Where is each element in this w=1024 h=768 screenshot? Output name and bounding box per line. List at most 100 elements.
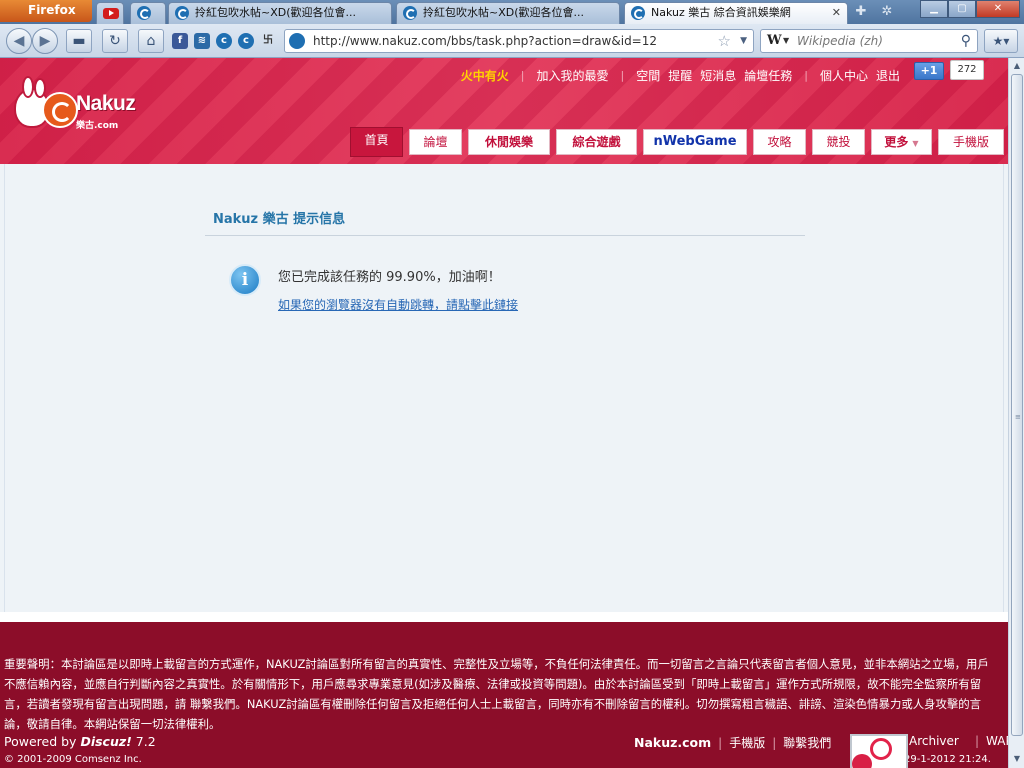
site-identity-icon[interactable] bbox=[289, 33, 305, 49]
logo-text: Nakuz bbox=[76, 92, 136, 115]
top-link-logout[interactable]: 退出 bbox=[872, 67, 904, 84]
url-dropdown-icon[interactable]: ▼ bbox=[740, 30, 747, 52]
back-arrow-icon[interactable]: ◀ bbox=[6, 28, 32, 54]
separator: | bbox=[975, 734, 980, 748]
tab-nakuz-small[interactable] bbox=[130, 2, 166, 24]
logo-ball-icon bbox=[42, 92, 78, 128]
nav-tab-games[interactable]: 綜合遊戲 bbox=[556, 129, 637, 155]
nav-tab-home[interactable]: 首頁 bbox=[350, 127, 403, 157]
tab-1[interactable]: 拎紅包吹水帖~XD(歡迎各位會... bbox=[168, 2, 392, 24]
footer-link-mobile[interactable]: 手機版 bbox=[729, 736, 765, 750]
top-link-favorite[interactable]: 加入我的最愛 bbox=[532, 67, 612, 84]
info-icon: i bbox=[229, 264, 261, 296]
chevron-down-icon: ▼ bbox=[912, 139, 919, 148]
top-link-profile[interactable]: 個人中心 bbox=[816, 67, 872, 84]
notification-ring-icon bbox=[870, 738, 892, 760]
facebook-bookmark-icon[interactable]: f bbox=[172, 33, 188, 49]
powered-prefix: Powered by bbox=[4, 734, 81, 749]
url-text: http://www.nakuz.com/bbs/task.php?action… bbox=[313, 34, 658, 48]
home-icon[interactable]: ⌂ bbox=[138, 29, 164, 53]
tab-title: Nakuz 樂古 綜合資訊娛樂網 bbox=[651, 6, 791, 19]
tab-3-active[interactable]: Nakuz 樂古 綜合資訊娛樂網 ✕ bbox=[624, 2, 848, 24]
separator: | bbox=[718, 736, 723, 750]
maximize-icon[interactable]: ▢ bbox=[948, 0, 976, 18]
logo-subtext: 樂古.com bbox=[76, 121, 119, 131]
forward-arrow-icon[interactable]: ▶ bbox=[32, 28, 58, 54]
nav-tab-more[interactable]: 更多 ▼ bbox=[871, 129, 932, 155]
nav-tab-leisure[interactable]: 休閒娛樂 bbox=[468, 129, 550, 155]
footer-links: Nakuz.com | 手機版 | 聯繫我們 Archiver | WAP bbox=[634, 734, 1008, 751]
search-engine-dropdown-icon[interactable]: ▼ bbox=[783, 30, 789, 52]
message-text: 您已完成該任務的 99.90%，加油啊！ bbox=[278, 270, 501, 285]
tab-title: 拎紅包吹水帖~XD(歡迎各位會... bbox=[195, 6, 357, 19]
top-link-tasks[interactable]: 論壇任務 bbox=[740, 67, 796, 84]
floating-notification-widget[interactable] bbox=[850, 734, 908, 768]
nakuz-favicon-icon bbox=[137, 6, 151, 20]
window-controls: ▁ ▢ ✕ bbox=[920, 0, 1020, 18]
copyright: © 2001-2009 Comsenz Inc. bbox=[4, 754, 142, 765]
message-box: Nakuz 樂古 提示信息 i 您已完成該任務的 99.90%，加油啊！ 如果您… bbox=[205, 204, 805, 312]
powered-by: Powered by Discuz! 7.2 bbox=[4, 734, 156, 749]
new-tab-icon[interactable]: ✚ bbox=[852, 3, 870, 21]
nav-tab-guides[interactable]: 攻略 bbox=[753, 129, 806, 155]
bookmark-site-icon[interactable]: ≋ bbox=[194, 33, 210, 49]
main-content: Nakuz 樂古 提示信息 i 您已完成該任務的 99.90%，加油啊！ 如果您… bbox=[4, 164, 1004, 612]
discuz-link[interactable]: Discuz! bbox=[80, 734, 131, 749]
footer-link-brand[interactable]: Nakuz.com bbox=[634, 735, 711, 750]
youtube-icon bbox=[103, 8, 119, 19]
nav-tab-mobile[interactable]: 手機版 bbox=[938, 129, 1004, 155]
nakuz-bookmark-icon[interactable]: c bbox=[238, 33, 254, 49]
nav-tab-forum[interactable]: 論壇 bbox=[409, 129, 462, 155]
footer-link-contact[interactable]: 聯繫我們 bbox=[783, 736, 831, 750]
tab-title: 拎紅包吹水帖~XD(歡迎各位會... bbox=[423, 6, 585, 19]
wikipedia-icon[interactable]: W bbox=[767, 30, 782, 52]
search-icon[interactable]: ⚲ bbox=[961, 30, 971, 52]
nav-tab-nwebgame[interactable]: nWebGame bbox=[643, 129, 747, 155]
vertical-scrollbar[interactable]: ▲ ≡ ▼ bbox=[1008, 58, 1024, 768]
site-logo[interactable]: Nakuz 樂古.com bbox=[14, 76, 154, 142]
search-box[interactable]: W ▼ Wikipedia (zh) ⚲ bbox=[760, 29, 978, 53]
notification-ball-icon bbox=[852, 754, 872, 768]
top-link-hot[interactable]: 火中有火 bbox=[457, 67, 513, 84]
browser-tab-bar: Firefox 拎紅包吹水帖~XD(歡迎各位會... 拎紅包吹水帖~XD(歡迎各… bbox=[0, 0, 1024, 24]
legal-disclaimer: 重要聲明：本討論區是以即時上載留言的方式運作，NAKUZ討論區對所有留言的真實性… bbox=[4, 657, 989, 731]
footer-divider bbox=[0, 612, 1008, 622]
top-link-remind[interactable]: 提醒 bbox=[664, 67, 696, 84]
nakuz-favicon-icon bbox=[631, 6, 645, 20]
url-bar[interactable]: http://www.nakuz.com/bbs/task.php?action… bbox=[284, 29, 754, 53]
top-link-pm[interactable]: 短消息 bbox=[696, 67, 740, 84]
google-plus-count: 272 bbox=[950, 60, 984, 80]
google-plus-one-button[interactable]: +1 bbox=[914, 62, 944, 80]
page-viewport: Nakuz 樂古.com 火中有火 | 加入我的最愛 | 空間 提醒 短消息 論… bbox=[0, 58, 1008, 768]
top-link-space[interactable]: 空間 bbox=[632, 67, 664, 84]
close-window-icon[interactable]: ✕ bbox=[976, 0, 1020, 18]
scroll-up-icon[interactable]: ▲ bbox=[1011, 59, 1023, 73]
nakuz-favicon-icon bbox=[175, 6, 189, 20]
firefox-menu-label: Firefox bbox=[28, 3, 76, 17]
minimize-icon[interactable]: ▁ bbox=[920, 0, 948, 18]
scroll-down-icon[interactable]: ▼ bbox=[1011, 752, 1023, 766]
tab-2[interactable]: 拎紅包吹水帖~XD(歡迎各位會... bbox=[396, 2, 620, 24]
site-header: Nakuz 樂古.com 火中有火 | 加入我的最愛 | 空間 提醒 短消息 論… bbox=[0, 58, 1008, 164]
footer-link-archiver[interactable]: Archiver bbox=[909, 734, 959, 748]
tab-close-icon[interactable]: ✕ bbox=[832, 3, 841, 23]
firefox-menu-button[interactable]: Firefox bbox=[0, 0, 92, 22]
bookmarks-menu-icon[interactable]: ★▾ bbox=[984, 29, 1018, 53]
reload-icon[interactable]: ↻ bbox=[102, 29, 128, 53]
addon-gear-icon[interactable]: ✲ bbox=[878, 3, 896, 21]
footer-link-wap[interactable]: | WAP bbox=[975, 734, 1008, 748]
separator: | bbox=[772, 736, 777, 750]
scrollbar-thumb[interactable]: ≡ bbox=[1011, 74, 1023, 736]
bookmark-glyph-icon[interactable]: 卐 bbox=[260, 33, 276, 49]
nav-tab-contest[interactable]: 競投 bbox=[812, 129, 865, 155]
nakuz-bookmark-icon[interactable]: c bbox=[216, 33, 232, 49]
search-placeholder: Wikipedia (zh) bbox=[797, 34, 883, 48]
redirect-link[interactable]: 如果您的瀏覽器沒有自動跳轉，請點擊此鏈接 bbox=[278, 296, 518, 313]
scrollbar-grip-icon: ≡ bbox=[1015, 413, 1021, 421]
tab-youtube[interactable] bbox=[96, 2, 124, 24]
panorama-icon[interactable]: ▬ bbox=[66, 29, 92, 53]
footer-link-wap-label: WAP bbox=[986, 734, 1008, 748]
separator: | bbox=[520, 68, 525, 82]
bookmark-star-icon[interactable]: ☆ bbox=[718, 30, 731, 52]
nav-tab-more-label: 更多 bbox=[884, 135, 909, 149]
